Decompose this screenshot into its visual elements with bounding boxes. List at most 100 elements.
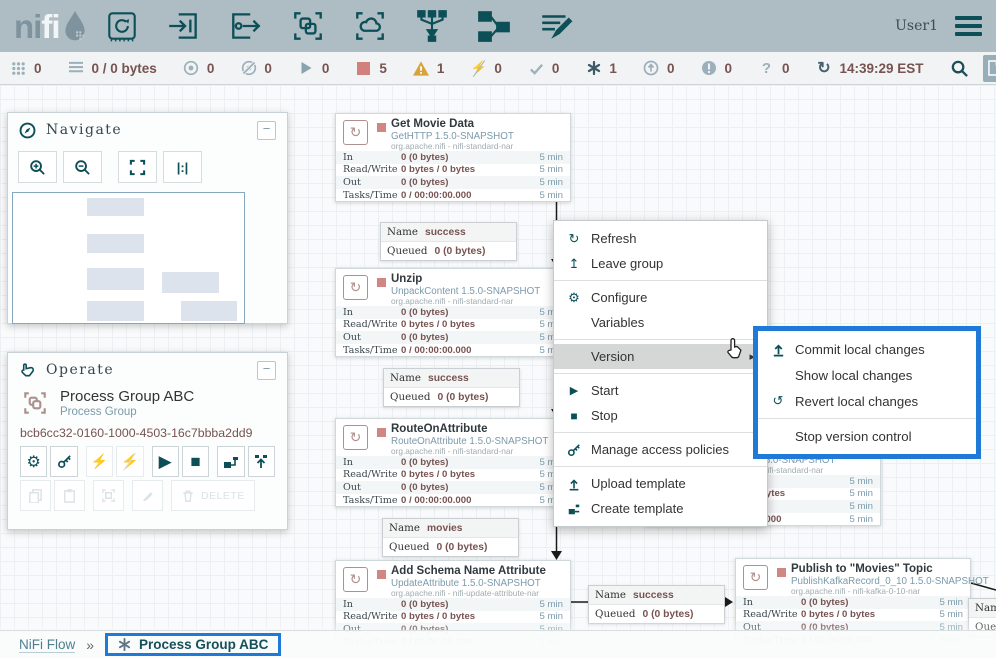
output-port-icon[interactable] <box>228 8 264 44</box>
operate-collapse-button[interactable]: − <box>257 361 276 380</box>
processor-bundle: org.apache.nifi - nifi-kafka-0-10-nar <box>791 587 970 597</box>
menu-item-refresh[interactable]: ↻Refresh <box>554 226 767 251</box>
actual-size-button[interactable]: |:| <box>163 151 202 183</box>
funnel-icon[interactable] <box>414 8 450 44</box>
navigate-title: Navigate <box>46 122 122 138</box>
menu-divider <box>554 280 767 281</box>
menu-item-leave-group[interactable]: ↥Leave group <box>554 251 767 276</box>
operate-buttons-row1: ⚙ ⚡ ⚡ ▶ ■ <box>8 443 287 477</box>
menu-item-start[interactable]: ▶Start <box>554 378 767 403</box>
birdseye-minimap[interactable] <box>12 192 245 324</box>
up-to-date-icon <box>528 61 545 76</box>
processor-icon: ↻ <box>343 567 368 592</box>
status-locally-modified: 1 <box>585 61 617 76</box>
disabled-icon: ⚡ <box>470 60 487 76</box>
context-menu: ↻Refresh↥Leave group⚙ConfigureVariablesV… <box>553 220 768 527</box>
status-disabled: ⚡0 <box>470 60 502 76</box>
create-template-icon <box>566 502 582 516</box>
search-icon[interactable] <box>950 59 969 78</box>
connection-label-movies[interactable]: Namemovies Queued0 (0 bytes) <box>382 518 519 557</box>
save-template-button[interactable] <box>217 446 244 477</box>
configure-button[interactable]: ⚙ <box>20 446 47 477</box>
menu-item-variables[interactable]: Variables <box>554 310 767 335</box>
processor-get-movie-data[interactable]: ↻ Get Movie Data GetHTTP 1.5.0-SNAPSHOT … <box>335 113 571 202</box>
stale-icon <box>643 60 660 76</box>
menu-item-label: Configure <box>591 290 647 305</box>
logo-text-fi: fi <box>41 10 59 43</box>
navigate-tools: |:| <box>8 147 287 183</box>
stat-row-read-write: Read/Write0 bytes / 0 bytes5 min <box>336 164 570 177</box>
stat-row-tasks-time: Tasks/Time0 / 00:00:00.0005 min <box>336 344 570 357</box>
menu-item-upload-template[interactable]: Upload template <box>554 471 767 496</box>
stat-row-out: Out0 (0 bytes)5 min <box>336 331 570 344</box>
flow-canvas[interactable]: ↻ Get Movie Data GetHTTP 1.5.0-SNAPSHOT … <box>0 85 996 658</box>
menu-item-show-local-changes[interactable]: Show local changes <box>758 362 976 388</box>
menu-item-configure[interactable]: ⚙Configure <box>554 285 767 310</box>
delete-label: DELETE <box>201 490 245 502</box>
connection-label-success[interactable]: Namesuccess Queued0 (0 bytes) <box>380 222 517 261</box>
menu-item-label: Show local changes <box>795 368 912 383</box>
process-group-icon[interactable] <box>290 8 326 44</box>
fit-view-button[interactable] <box>118 151 157 183</box>
minimap-component <box>162 272 219 293</box>
menu-item-commit-local-changes[interactable]: Commit local changes <box>758 336 976 362</box>
start-button[interactable]: ▶ <box>152 446 179 477</box>
processor-icon[interactable] <box>104 8 140 44</box>
minimap-component <box>87 268 144 290</box>
locally-modified-icon <box>118 638 131 651</box>
remote-process-group-icon[interactable] <box>352 8 388 44</box>
template-icon[interactable] <box>476 8 512 44</box>
processor-unzip[interactable]: ↻ Unzip UnpackContent 1.5.0-SNAPSHOT org… <box>335 268 571 357</box>
stat-row-out: Out0 (0 bytes)5 min <box>336 176 570 189</box>
connection-label-success[interactable]: Namesuccess Queued0 (0 bytes) <box>588 585 725 624</box>
queued-icon <box>68 61 85 75</box>
enable-button: ⚡ <box>86 446 113 477</box>
stat-row-in: In0 (0 bytes)5 min <box>336 306 570 319</box>
operate-buttons-row2: DELETE <box>8 477 287 511</box>
processor-icon: ↻ <box>343 275 368 300</box>
menu-item-create-template[interactable]: Create template <box>554 496 767 521</box>
refresh-icon: ↻ <box>815 58 832 78</box>
menu-item-stop-version-control[interactable]: Stop version control <box>758 423 976 449</box>
input-port-icon[interactable] <box>166 8 202 44</box>
upload-template-button[interactable] <box>248 446 275 477</box>
status-not-transmitting: 0 <box>240 60 272 76</box>
zoom-in-button[interactable] <box>18 151 57 183</box>
menu-item-revert-local-changes[interactable]: ↺Revert local changes <box>758 388 976 414</box>
processor-routeonattribute[interactable]: ↻ RouteOnAttribute RouteOnAttribute 1.5.… <box>335 418 571 507</box>
stopped-status-badge <box>377 123 386 132</box>
process-group-icon <box>20 388 50 418</box>
processor-icon: ↻ <box>343 120 368 145</box>
menu-item-label: Manage access policies <box>591 442 729 457</box>
bulletin-board-icon[interactable] <box>983 55 996 82</box>
stopped-icon <box>355 62 372 75</box>
navigate-palette: Navigate − |:| <box>7 112 288 324</box>
breadcrumb-current[interactable]: Process Group ABC <box>105 633 281 656</box>
app-header: nifi User1 <box>0 0 996 52</box>
selected-name: Process Group ABC <box>60 388 194 406</box>
active-threads-icon <box>10 61 27 76</box>
group-button <box>93 480 124 511</box>
stop-button[interactable]: ■ <box>182 446 209 477</box>
menu-item-manage-access-policies[interactable]: Manage access policies <box>554 437 767 462</box>
breadcrumb-root[interactable]: NiFi Flow <box>19 637 75 653</box>
menu-item-label: Start <box>591 383 618 398</box>
menu-item-stop[interactable]: ■Stop <box>554 403 767 428</box>
running-icon <box>298 61 315 75</box>
label-icon[interactable] <box>538 8 574 44</box>
global-menu-icon[interactable] <box>955 16 982 37</box>
zoom-out-button[interactable] <box>63 151 102 183</box>
commit-icon <box>770 342 786 357</box>
nifi-droplet-icon <box>62 10 88 42</box>
access-policies-button[interactable] <box>50 446 77 477</box>
status-invalid: 1 <box>413 61 445 76</box>
navigate-collapse-button[interactable]: − <box>257 121 276 140</box>
connection-label-success[interactable]: Namesuccess Queued0 (0 bytes) <box>383 368 520 407</box>
menu-item-label: Variables <box>591 315 644 330</box>
processor-icon: ↻ <box>743 565 768 590</box>
menu-item-label: Upload template <box>591 476 686 491</box>
disable-button: ⚡ <box>116 446 143 477</box>
paste-button <box>54 480 85 511</box>
menu-item-label: Commit local changes <box>795 342 925 357</box>
locally-modified-icon <box>585 61 602 75</box>
